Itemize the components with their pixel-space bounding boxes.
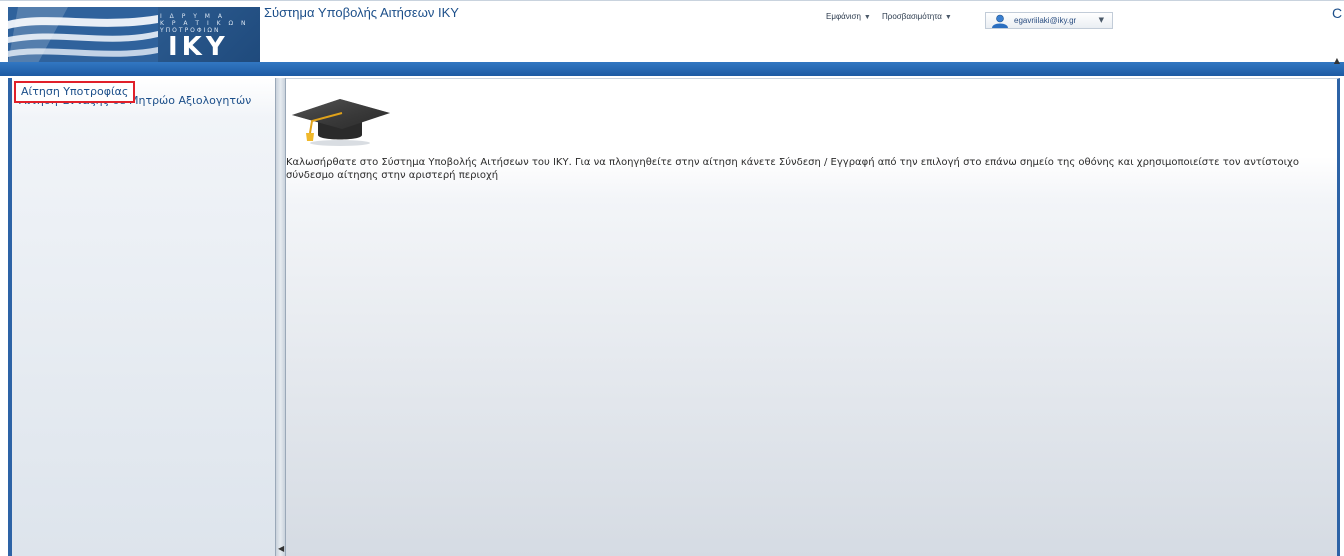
- app-title: Σύστημα Υποβολής Αιτήσεων ΙΚΥ: [264, 5, 459, 20]
- page: Ι Δ Ρ Υ Μ Α Κ Ρ Α Τ Ι Κ Ω Ν ΥΠΟΤΡΟΦΙΩΝ I…: [0, 0, 1344, 556]
- logo-text-line1: Ι Δ Ρ Υ Μ Α: [160, 13, 225, 20]
- corner-glyph: C: [1332, 5, 1343, 21]
- chevron-down-icon: ▼: [944, 14, 952, 21]
- iky-logo[interactable]: Ι Δ Ρ Υ Μ Α Κ Ρ Α Τ Ι Κ Ω Ν ΥΠΟΤΡΟΦΙΩΝ I…: [8, 7, 260, 63]
- sidebar-item-scholarship-application[interactable]: Αίτηση Υποτροφίας: [14, 81, 136, 103]
- graduation-cap-icon: [292, 99, 390, 146]
- splitter-arrow-icon[interactable]: ◀: [278, 544, 284, 553]
- logo-text-line2: Κ Ρ Α Τ Ι Κ Ω Ν: [160, 20, 249, 27]
- appearance-menu[interactable]: Εμφάνιση ▼: [826, 12, 871, 21]
- chevron-down-icon: ▼: [1098, 16, 1104, 24]
- sidebar: Αίτηση Ένταξης σε Μητρώο Αξιολογητών Αίτ…: [8, 78, 276, 556]
- logo-name: IKY: [168, 32, 229, 62]
- accessibility-menu-label: Προσβασιμότητα: [882, 12, 942, 21]
- user-email: egavriilaki@iky.gr: [1014, 16, 1077, 25]
- collapse-arrow-icon[interactable]: ▲: [1334, 56, 1340, 65]
- user-menu[interactable]: egavriilaki@iky.gr ▼: [985, 12, 1113, 29]
- header-band: ▲: [0, 56, 1344, 76]
- user-icon: [992, 14, 1008, 28]
- welcome-message: Καλωσήρθατε στο Σύστημα Υποβολής Αιτήσεω…: [286, 157, 1299, 181]
- main-content: Καλωσήρθατε στο Σύστημα Υποβολής Αιτήσεω…: [286, 78, 1340, 556]
- header: Ι Δ Ρ Υ Μ Α Κ Ρ Α Τ Ι Κ Ω Ν ΥΠΟΤΡΟΦΙΩΝ I…: [0, 0, 1344, 63]
- panel-splitter[interactable]: ◀: [276, 78, 286, 556]
- chevron-down-icon: ▼: [863, 14, 871, 21]
- accessibility-menu[interactable]: Προσβασιμότητα ▼: [882, 12, 952, 21]
- flag-graphic-icon: [8, 7, 158, 63]
- appearance-menu-label: Εμφάνιση: [826, 12, 861, 21]
